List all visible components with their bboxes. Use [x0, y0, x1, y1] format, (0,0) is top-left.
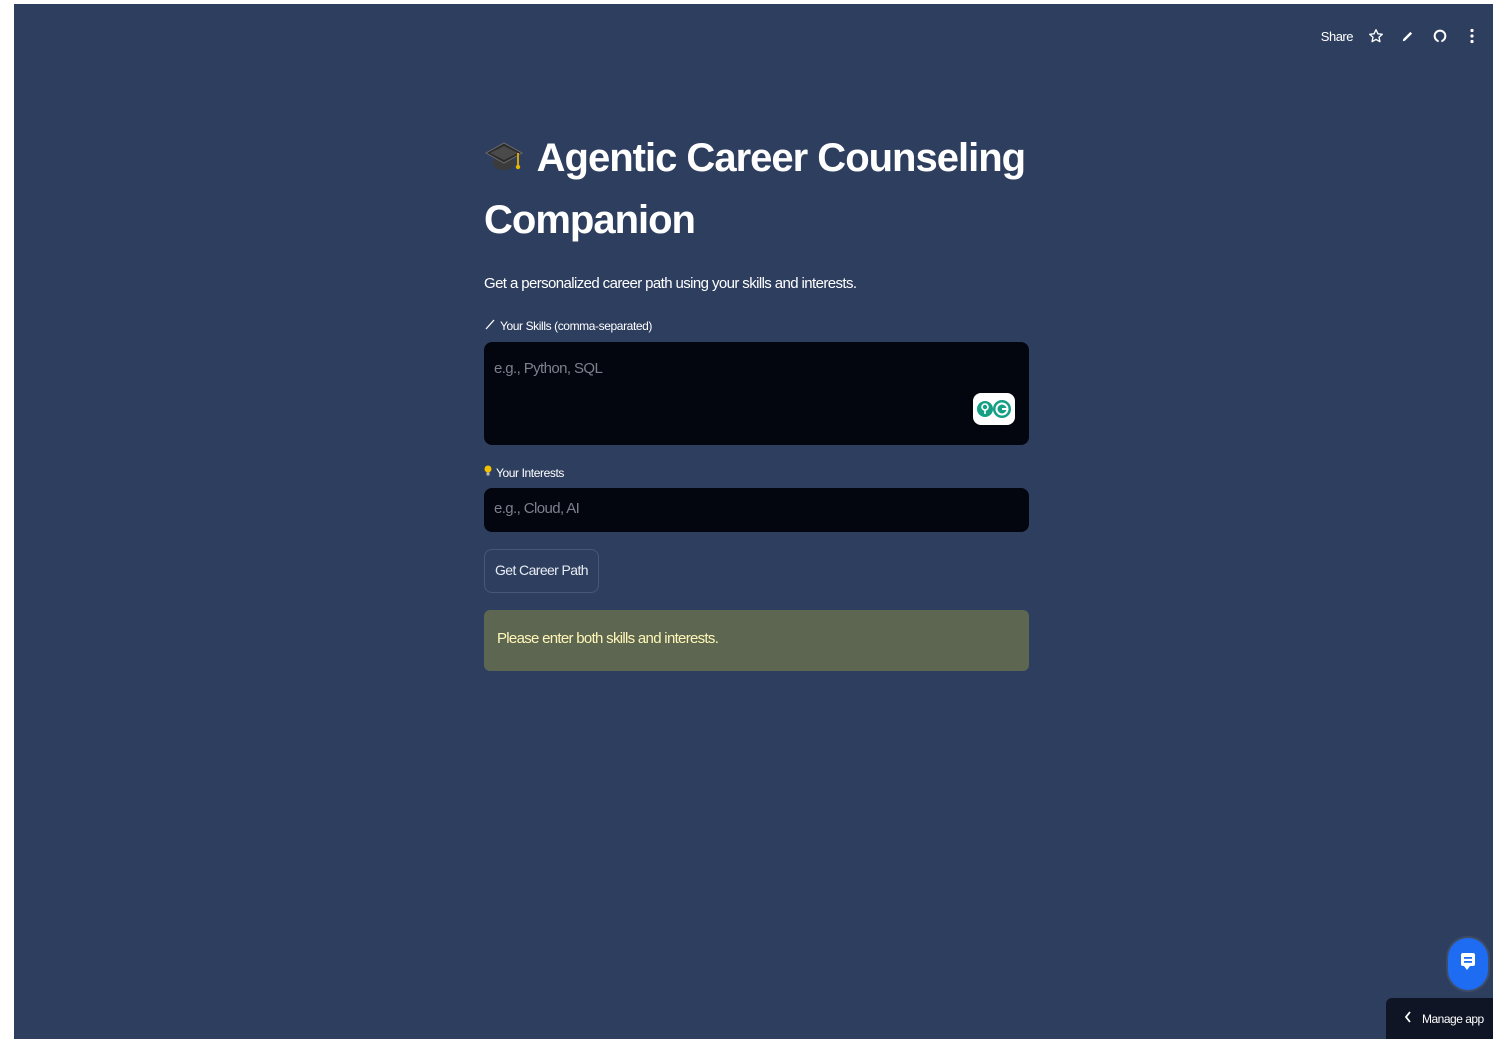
app-container: Share Agentic Career Counseling Companio… — [14, 4, 1493, 1039]
interests-placeholder: e.g., Cloud, AI — [494, 500, 580, 517]
chat-icon — [1459, 951, 1477, 978]
interests-label-text: Your Interests — [496, 465, 564, 480]
lightbulb-icon — [484, 465, 492, 480]
graduation-cap-icon — [484, 133, 528, 191]
manage-app-button[interactable]: Manage app — [1386, 998, 1493, 1039]
warning-alert: Please enter both skills and interests. — [484, 610, 1029, 671]
chevron-left-icon — [1404, 1011, 1412, 1026]
github-icon[interactable] — [1431, 27, 1449, 45]
manage-app-label: Manage app — [1422, 1011, 1484, 1026]
share-button[interactable]: Share — [1321, 29, 1354, 44]
top-toolbar: Share — [1321, 24, 1481, 48]
skills-label: Your Skills (comma-separated) — [484, 318, 1029, 333]
edit-icon[interactable] — [1399, 27, 1417, 45]
interests-label: Your Interests — [484, 465, 1029, 480]
page-title: Agentic Career Counseling Companion — [484, 129, 1029, 249]
star-icon[interactable] — [1367, 27, 1385, 45]
main-content: Agentic Career Counseling Companion Get … — [484, 129, 1029, 671]
more-vertical-icon[interactable] — [1463, 27, 1481, 45]
title-line-1: Agentic Career Counseling — [536, 136, 1026, 180]
chat-button[interactable] — [1448, 938, 1488, 990]
skills-textarea[interactable]: e.g., Python, SQL — [484, 342, 1029, 445]
page-subtitle: Get a personalized career path using you… — [484, 275, 857, 292]
interests-input[interactable]: e.g., Cloud, AI — [484, 488, 1029, 532]
title-line-2: Companion — [484, 198, 696, 242]
get-career-path-button[interactable]: Get Career Path — [484, 549, 599, 593]
pencil-icon — [484, 318, 496, 333]
grammar-assistant-icon[interactable] — [973, 393, 1015, 425]
skills-placeholder: e.g., Python, SQL — [494, 360, 603, 377]
alert-message: Please enter both skills and interests. — [497, 630, 719, 647]
skills-label-text: Your Skills (comma-separated) — [500, 318, 653, 333]
